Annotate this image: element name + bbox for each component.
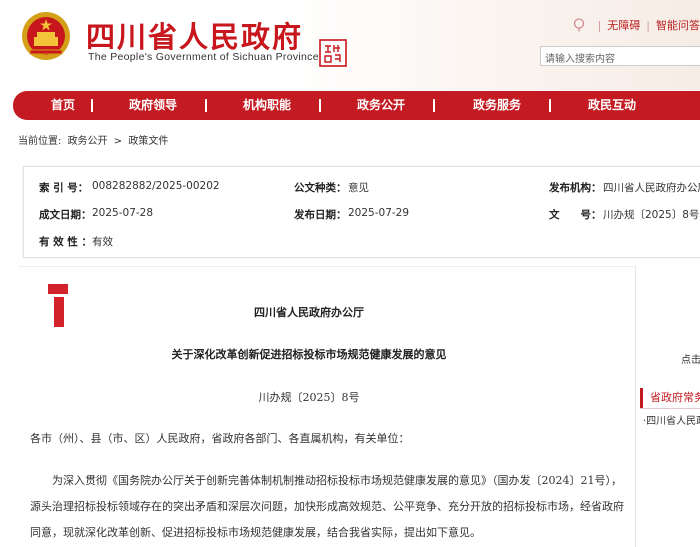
smart-qa-link[interactable]: 智能问答: [656, 17, 700, 33]
issuer-label: 发布机构：: [549, 182, 602, 194]
article-title: 关于深化改革创新促进招标投标市场规范健康发展的意见: [171, 348, 447, 361]
sidebar-banner-graphic[interactable]: [48, 284, 68, 294]
article-doc-number: 川办规〔2025〕8号: [258, 391, 360, 404]
doc-number-label: 文 号：: [549, 209, 602, 221]
breadcrumb-label: 当前位置:: [18, 136, 62, 147]
site-header: 四川省人民政府 The People's Government of Sichu…: [0, 0, 700, 90]
national-emblem-icon[interactable]: [20, 10, 72, 62]
validity-label: 有 效 性 ：: [39, 236, 92, 248]
nav-separator: [433, 99, 435, 112]
index-label: 索 引 号：: [39, 182, 89, 194]
nav-separator: [205, 99, 207, 112]
issuer-value: 四川省人民政府办公厅: [603, 182, 700, 194]
created-date-label: 成文日期：: [39, 209, 92, 221]
breadcrumb-item-policy-docs[interactable]: 政策文件: [128, 136, 168, 147]
top-links-separator: |: [646, 18, 650, 32]
doc-number-value: 川办规〔2025〕8号: [603, 209, 700, 221]
top-links-separator: |: [597, 18, 602, 32]
nav-item-leaders[interactable]: 政府领导: [129, 91, 177, 120]
breadcrumb: 当前位置: 政务公开 > 政策文件: [18, 132, 171, 147]
nav-separator: [319, 99, 321, 112]
index-value: 008282882/2025-00202: [92, 180, 220, 192]
search-input[interactable]: 请输入搜索内容: [540, 46, 700, 66]
validity-value: 有效: [92, 236, 113, 248]
breadcrumb-item-gov-affairs[interactable]: 政务公开: [68, 136, 108, 147]
sidebar-divider: [640, 408, 700, 409]
article-salutation: 各市（州）、县（市、区）人民政府，省政府各部门、各直属机构，有关单位：: [30, 432, 410, 445]
site-subtitle: The People's Government of Sichuan Provi…: [88, 51, 319, 63]
accessibility-pin-icon[interactable]: [572, 18, 586, 32]
main-nav: 首页 政府领导 机构职能 政务公开 政务服务 政民互动: [13, 91, 700, 120]
category-value: 意见: [348, 182, 369, 194]
published-date-value: 2025-07-29: [348, 207, 410, 219]
sidebar-click-text[interactable]: 点击: [681, 351, 700, 366]
nav-item-home[interactable]: 首页: [51, 91, 75, 120]
sidebar-link[interactable]: ·四川省人民政府: [643, 412, 700, 427]
sidebar-banner-graphic: [54, 297, 64, 327]
nav-item-interaction[interactable]: 政民互动: [588, 91, 636, 120]
document-info-box: 索 引 号： 008282882/2025-00202 公文种类： 意见 发布机…: [23, 166, 700, 258]
accessibility-link[interactable]: 无障碍: [607, 17, 640, 33]
nav-item-gov-services[interactable]: 政务服务: [473, 91, 521, 120]
nav-item-gov-affairs-open[interactable]: 政务公开: [357, 91, 405, 120]
sichuan-seal-icon: [319, 39, 347, 67]
category-label: 公文种类：: [294, 182, 347, 194]
top-links: | 无障碍 | 智能问答: [572, 17, 700, 33]
nav-separator: [91, 99, 93, 112]
nav-item-functions[interactable]: 机构职能: [243, 91, 291, 120]
site-title[interactable]: 四川省人民政府: [86, 14, 303, 56]
breadcrumb-separator: >: [113, 136, 123, 147]
sidebar-section-title[interactable]: 省政府常务: [640, 388, 700, 408]
article-paragraph: 为深入贯彻《国务院办公厅关于创新完善体制机制推动招标投标市场规范健康发展的意见》…: [30, 474, 624, 539]
created-date-value: 2025-07-28: [92, 207, 154, 219]
nav-separator: [549, 99, 551, 112]
published-date-label: 发布日期：: [294, 209, 347, 221]
article-issuing-org: 四川省人民政府办公厅: [254, 306, 364, 319]
